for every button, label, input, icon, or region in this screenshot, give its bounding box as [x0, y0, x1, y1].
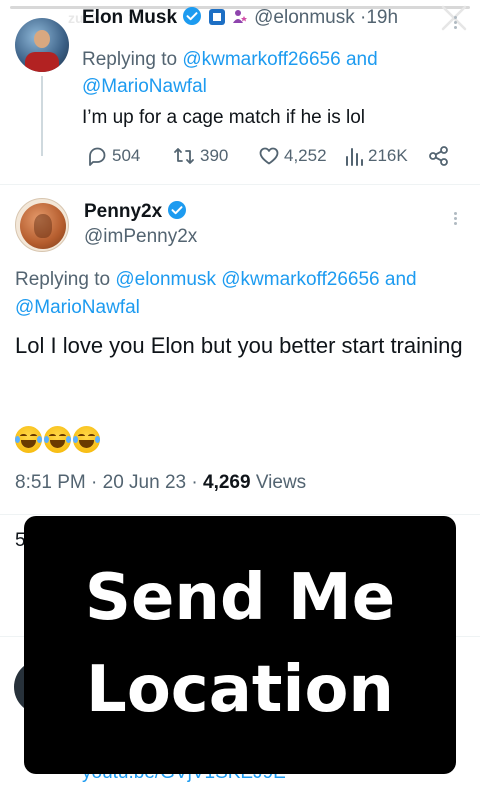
text-sticker[interactable]: Send Me Location: [24, 516, 456, 774]
like-count: 4,252: [284, 146, 327, 165]
reply-button[interactable]: 504: [86, 145, 140, 167]
replying-to-label: Replying to: [15, 269, 111, 290]
coin-portrait: [34, 214, 52, 238]
views-count: 4,269: [203, 472, 251, 493]
tweet-main-header: Elon Musk @elonmusk ·19h: [82, 6, 398, 29]
avatar[interactable]: [15, 198, 69, 252]
verified-badge-icon: [183, 7, 202, 25]
analytics-icon: [346, 148, 363, 166]
avatar-suit: [25, 52, 59, 72]
replying-to: Replying to @kwmarkoff26656 and @MarioNa…: [82, 46, 378, 100]
share-button[interactable]: [428, 145, 450, 167]
mention-connector: and: [384, 269, 417, 290]
tweet-text: Lol I love you Elon but you better start…: [15, 333, 463, 358]
heart-icon: [259, 147, 279, 165]
thread-line: [41, 76, 43, 156]
divider: [0, 514, 480, 515]
replying-to: Replying to @elonmusk @kwmarkoff26656 an…: [15, 266, 470, 322]
laughing-tears-emoji-icon: [15, 426, 42, 453]
view-count: 216K: [368, 146, 408, 165]
laughing-tears-emoji-icon: [44, 426, 71, 453]
affiliate-badge-icon: [232, 10, 247, 23]
laughing-tears-emoji-icon: [73, 426, 100, 453]
avatar[interactable]: [15, 18, 69, 72]
mention-link[interactable]: @MarioNawfal: [82, 76, 207, 97]
more-options-icon[interactable]: [452, 14, 458, 34]
divider: [0, 184, 480, 185]
avatar-face: [34, 30, 50, 48]
author-handle[interactable]: @imPenny2x: [84, 226, 197, 248]
sticker-line-1: Send Me: [84, 561, 396, 635]
tweet-actions: 504 390 4,252 216K: [82, 145, 462, 171]
author-name[interactable]: Elon Musk: [82, 7, 177, 28]
retweet-icon: [174, 148, 194, 164]
verified-badge-icon: [168, 201, 187, 219]
reply-icon: [89, 147, 106, 166]
penny-coin: [20, 203, 66, 249]
emoji-row: [15, 426, 100, 453]
tweet-text: I’m up for a cage match if he is lol: [82, 107, 366, 128]
retweet-button[interactable]: 390: [172, 145, 228, 167]
mention-link[interactable]: @kwmarkoff26656: [182, 49, 340, 70]
replying-to-label: Replying to: [82, 49, 178, 70]
mention-connector: and: [345, 49, 378, 70]
views-label: Views: [250, 472, 307, 493]
tweet-time: 19h: [366, 7, 399, 28]
more-options-icon[interactable]: [452, 210, 458, 230]
tweet-timestamp[interactable]: 8:51 PM · 20 Jun 23 ·: [15, 472, 203, 493]
sticker-line-2: Location: [86, 653, 394, 727]
mention-link[interactable]: @MarioNawfal: [15, 297, 140, 318]
share-icon: [429, 146, 448, 166]
reply-author: Penny2x: [84, 200, 187, 223]
retweet-count: 390: [200, 146, 229, 165]
author-name[interactable]: Penny2x: [84, 201, 162, 222]
author-handle[interactable]: @elonmusk: [254, 7, 355, 28]
tweet-meta: 8:51 PM · 20 Jun 23 · 4,269 Views: [15, 472, 306, 494]
mention-link[interactable]: @elonmusk: [115, 269, 216, 290]
mention-link[interactable]: @kwmarkoff26656: [221, 269, 379, 290]
reply-count: 504: [112, 146, 141, 165]
government-badge-icon: [208, 9, 225, 25]
views-button[interactable]: 216K: [344, 145, 408, 167]
like-button[interactable]: 4,252: [258, 145, 327, 167]
